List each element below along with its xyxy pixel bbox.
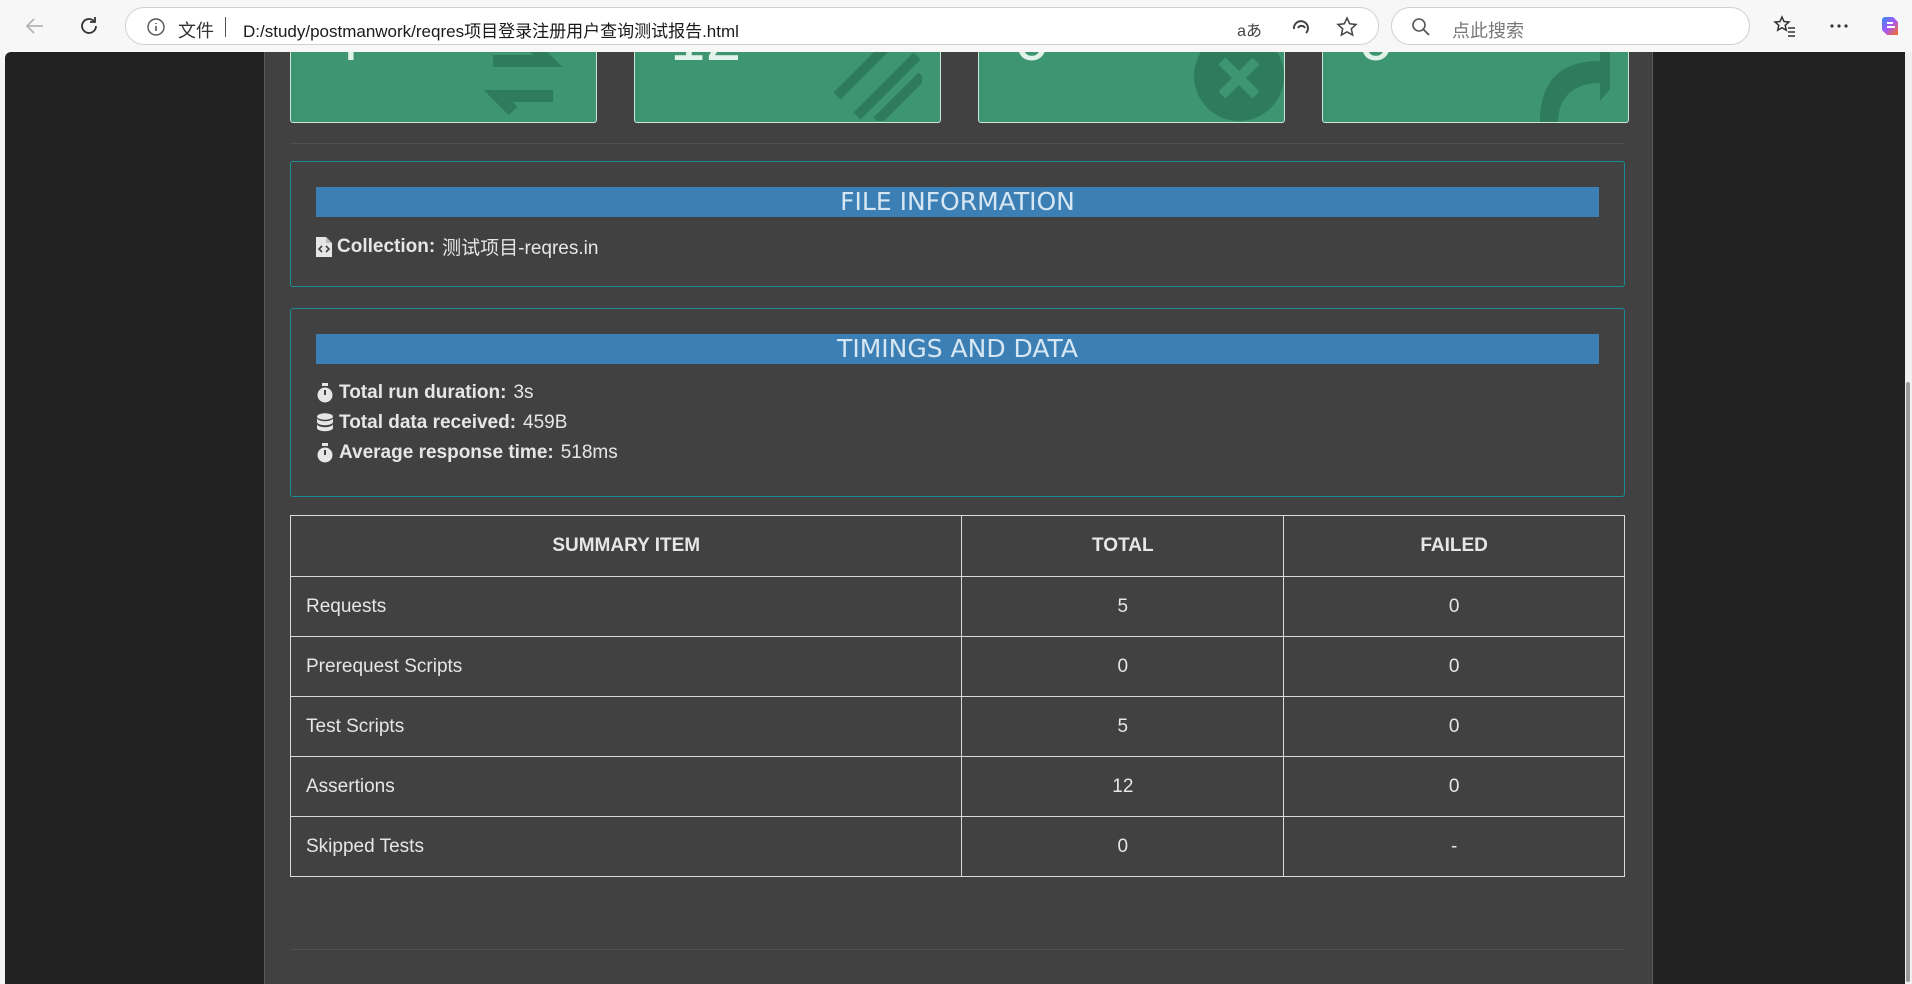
summary-item-cell: Test Scripts (289, 696, 963, 757)
copilot-icon (1882, 17, 1898, 35)
run-duration-line: Total run duration: 3s (316, 382, 534, 404)
timings-and-data-heading: TIMINGS AND DATA (316, 334, 1599, 364)
total-cell: 5 (961, 576, 1285, 637)
read-aloud-icon[interactable]: aあ (1237, 17, 1262, 41)
stat-value: 12 (670, 52, 741, 75)
summary-item-cell: Skipped Tests (289, 816, 963, 877)
table-row: Requests 5 0 (289, 576, 1625, 637)
avg-response-line: Average response time: 518ms (316, 442, 618, 464)
stat-value: 0 (1014, 52, 1050, 75)
collection-value: 测试项目-reqres.in (442, 238, 599, 259)
data-received-value: 459B (523, 412, 568, 433)
times-circle-icon (1184, 52, 1284, 122)
collection-line: Collection: 测试项目-reqres.in (316, 233, 598, 260)
file-code-icon (316, 236, 332, 257)
search-icon (1411, 17, 1431, 42)
data-received-label: Total data received: (339, 412, 517, 433)
table-row: Assertions 12 0 (289, 756, 1625, 817)
favorite-star-icon[interactable] (1336, 16, 1358, 43)
stopwatch-icon (316, 443, 334, 463)
ellipsis-icon (1830, 24, 1848, 28)
failed-cell: 0 (1283, 696, 1625, 757)
file-scheme-label: 文件 (178, 21, 214, 41)
avg-response-label: Average response time: (339, 442, 554, 463)
stat-card-requests: 4 (290, 52, 597, 123)
address-divider (225, 17, 226, 37)
summary-item-cell: Prerequest Scripts (289, 636, 963, 697)
page-scrollbar[interactable] (1905, 52, 1912, 984)
summary-item-cell: Assertions (289, 756, 963, 817)
copilot-button[interactable] (1877, 12, 1905, 40)
url-text[interactable]: D:/study/postmanwork/reqres项目登录注册用户查询测试报… (243, 17, 739, 42)
page-viewport: 4 12 0 0 FILE INFORMATION (5, 52, 1905, 984)
database-icon (316, 413, 334, 433)
column-header-failed: FAILED (1283, 515, 1625, 577)
favorites-icon (1773, 15, 1795, 37)
info-icon[interactable] (146, 17, 166, 42)
table-row: Skipped Tests 0 - (289, 816, 1625, 877)
run-duration-label: Total run duration: (339, 382, 507, 403)
refresh-icon (81, 17, 97, 34)
total-cell: 5 (961, 696, 1285, 757)
stat-card-assertions: 12 (634, 52, 941, 123)
divider (290, 143, 1625, 144)
total-cell: 12 (961, 756, 1285, 817)
address-bar[interactable]: 文件 D:/study/postmanwork/reqres项目登录注册用户查询… (125, 7, 1379, 45)
more-options-button[interactable] (1825, 12, 1853, 40)
stopwatch-icon (316, 383, 334, 403)
total-cell: 0 (961, 816, 1285, 877)
refresh-button[interactable] (73, 10, 105, 42)
stat-card-failed-tests: 0 (978, 52, 1285, 123)
stat-card-skipped-tests: 0 (1322, 52, 1629, 123)
file-information-heading: FILE INFORMATION (316, 187, 1599, 217)
stat-value: 4 (326, 52, 362, 75)
report-container: 4 12 0 0 FILE INFORMATION (264, 52, 1653, 984)
failed-cell: - (1283, 816, 1625, 877)
divider (290, 949, 1625, 950)
avg-response-value: 518ms (560, 442, 618, 463)
browser-toolbar: 文件 D:/study/postmanwork/reqres项目登录注册用户查询… (0, 0, 1912, 52)
scrollbar-thumb[interactable] (1906, 382, 1910, 982)
edge-refresh-icon[interactable] (1290, 16, 1312, 43)
summary-item-cell: Requests (289, 576, 963, 637)
file-information-panel: FILE INFORMATION Collection: 测试项目-reqres… (290, 161, 1625, 287)
failed-cell: 0 (1283, 756, 1625, 817)
collection-label: Collection: (337, 235, 436, 257)
table-header-row: SUMMARY ITEM TOTAL FAILED (289, 515, 1625, 577)
exchange-icon (468, 52, 578, 122)
search-box[interactable]: 点此搜索 (1391, 7, 1750, 45)
table-row: Prerequest Scripts 0 0 (289, 636, 1625, 697)
timings-and-data-panel: TIMINGS AND DATA Total run duration: 3s … (290, 308, 1625, 497)
total-cell: 0 (961, 636, 1285, 697)
back-button[interactable] (19, 10, 51, 42)
arrow-left-icon (25, 18, 43, 34)
run-duration-value: 3s (513, 382, 534, 403)
table-row: Test Scripts 5 0 (289, 696, 1625, 757)
summary-table: SUMMARY ITEM TOTAL FAILED Requests 5 0 P… (289, 515, 1625, 877)
failed-cell: 0 (1283, 576, 1625, 637)
failed-cell: 0 (1283, 636, 1625, 697)
search-placeholder: 点此搜索 (1452, 21, 1524, 41)
data-received-line: Total data received: 459B (316, 412, 567, 434)
stat-value: 0 (1358, 52, 1394, 75)
reply-icon (1520, 52, 1625, 122)
column-header-total: TOTAL (961, 515, 1285, 577)
favorites-button[interactable] (1771, 12, 1799, 40)
list-icon (832, 52, 926, 122)
column-header-summary-item: SUMMARY ITEM (289, 515, 963, 577)
